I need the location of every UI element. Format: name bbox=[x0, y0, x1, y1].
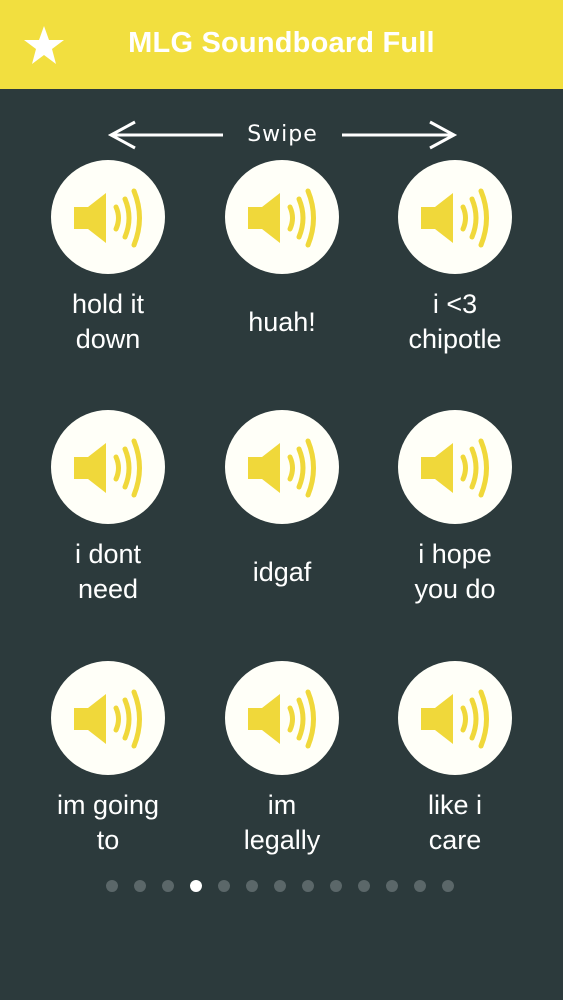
sound-label: im going to bbox=[56, 790, 160, 855]
sound-button-huah[interactable]: huah! bbox=[197, 160, 367, 358]
sound-label: like i care bbox=[427, 790, 482, 855]
sound-circle[interactable] bbox=[51, 661, 165, 775]
speaker-icon bbox=[248, 188, 316, 248]
sound-circle[interactable] bbox=[398, 160, 512, 274]
sound-label: hold it down bbox=[71, 289, 145, 354]
page-dot[interactable] bbox=[190, 880, 202, 892]
speaker-icon bbox=[74, 188, 142, 248]
sound-circle[interactable] bbox=[225, 661, 339, 775]
sound-circle[interactable] bbox=[225, 160, 339, 274]
sound-circle[interactable] bbox=[398, 410, 512, 524]
sound-label: i dont need bbox=[74, 539, 142, 604]
page-dot[interactable] bbox=[330, 880, 342, 892]
sound-circle[interactable] bbox=[51, 160, 165, 274]
page-dot[interactable] bbox=[162, 880, 174, 892]
sound-button-im-legally[interactable]: im legally bbox=[197, 661, 367, 859]
page-dot[interactable] bbox=[274, 880, 286, 892]
page-dot[interactable] bbox=[246, 880, 258, 892]
page-dot[interactable] bbox=[302, 880, 314, 892]
page-indicator bbox=[106, 880, 454, 894]
sound-label: i hope you do bbox=[414, 539, 496, 604]
speaker-icon bbox=[421, 188, 489, 248]
page-dot[interactable] bbox=[134, 880, 146, 892]
sound-label: im legally bbox=[243, 790, 321, 855]
sound-button-like-i-care[interactable]: like i care bbox=[370, 661, 540, 859]
sound-button-hold-it-down[interactable]: hold it down bbox=[23, 160, 193, 358]
sound-circle[interactable] bbox=[51, 410, 165, 524]
speaker-icon bbox=[74, 438, 142, 498]
speaker-icon bbox=[421, 438, 489, 498]
page-dot[interactable] bbox=[218, 880, 230, 892]
sound-circle[interactable] bbox=[225, 410, 339, 524]
page-dot[interactable] bbox=[442, 880, 454, 892]
soundboard-grid: hold it down huah! i <3 chipotle i dont … bbox=[0, 0, 563, 870]
sound-button-i-love-chipotle[interactable]: i <3 chipotle bbox=[370, 160, 540, 358]
sound-circle[interactable] bbox=[398, 661, 512, 775]
page-dot[interactable] bbox=[386, 880, 398, 892]
sound-label: idgaf bbox=[252, 556, 312, 587]
page-dot[interactable] bbox=[414, 880, 426, 892]
sound-button-i-hope-you-do[interactable]: i hope you do bbox=[370, 410, 540, 608]
sound-button-idgaf[interactable]: idgaf bbox=[197, 410, 367, 608]
speaker-icon bbox=[74, 689, 142, 749]
sound-label: i <3 chipotle bbox=[408, 289, 502, 354]
sound-button-i-dont-need[interactable]: i dont need bbox=[23, 410, 193, 608]
speaker-icon bbox=[248, 438, 316, 498]
sound-button-im-going-to[interactable]: im going to bbox=[23, 661, 193, 859]
speaker-icon bbox=[248, 689, 316, 749]
page-dot[interactable] bbox=[358, 880, 370, 892]
page-dot[interactable] bbox=[106, 880, 118, 892]
sound-label: huah! bbox=[248, 306, 316, 337]
speaker-icon bbox=[421, 689, 489, 749]
